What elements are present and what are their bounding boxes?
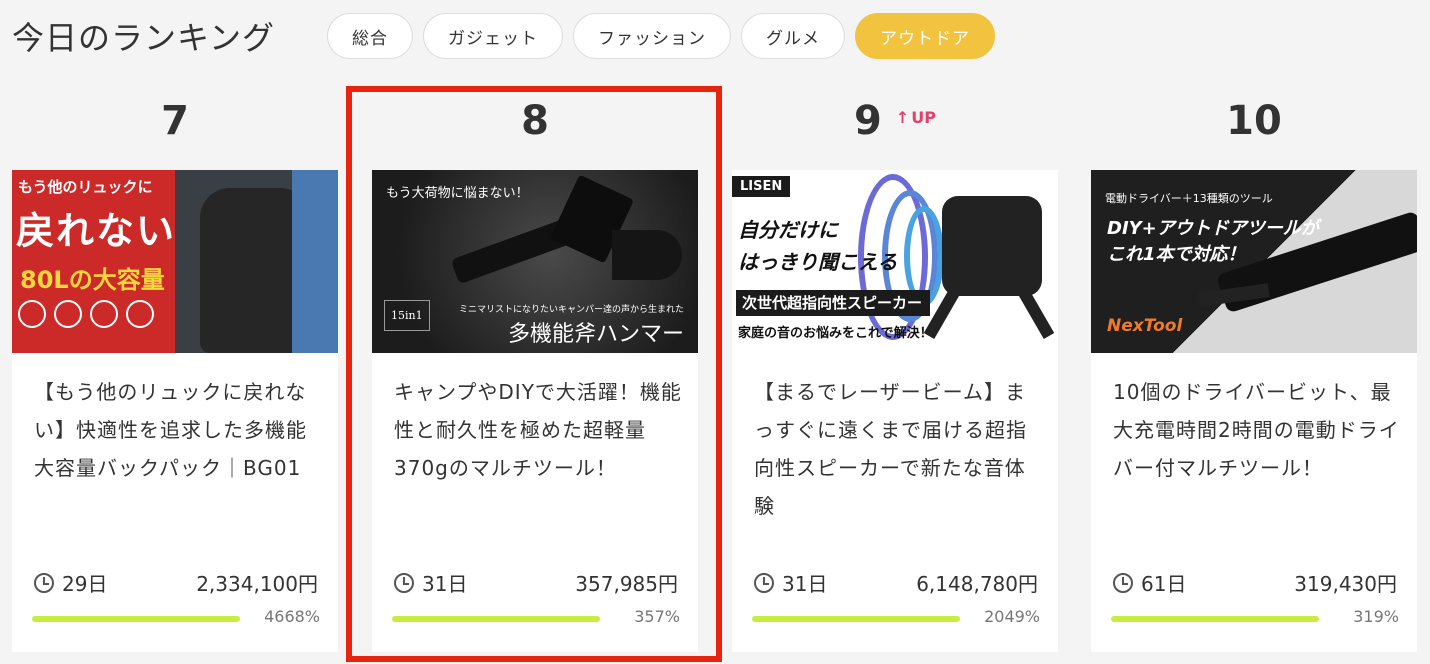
- thumb-text: 80Lの大容量: [20, 266, 165, 294]
- project-thumbnail[interactable]: LISEN 自分だけに はっきり聞こえる 次世代超指向性スピーカー 家庭の音のお…: [732, 170, 1058, 353]
- thumb-text: 家庭の音のお悩みをこれで解決！: [738, 326, 933, 341]
- thumb-headline: DIY+アウトドアツールが これ1本で対応！: [1107, 216, 1319, 268]
- tab-overall[interactable]: 総合: [327, 13, 414, 59]
- progress-bar: [752, 616, 960, 622]
- tab-gourmet[interactable]: グルメ: [741, 13, 846, 59]
- rank-row: 7: [12, 92, 338, 150]
- project-title[interactable]: 【まるでレーザービーム】まっすぐに遠くまで届ける超指向性スピーカーで新たな音体験: [754, 373, 1042, 525]
- project-card[interactable]: LISEN 自分だけに はっきり聞こえる 次世代超指向性スピーカー 家庭の音のお…: [732, 170, 1058, 652]
- speaker-image: [942, 196, 1042, 296]
- page-header: 今日のランキング 総合 ガジェット ファッション グルメ アウトドア: [12, 8, 996, 64]
- project-title[interactable]: 10個のドライバービット、最大充電時間2時間の電動ドライバー付マルチツール！: [1113, 373, 1401, 487]
- rank-number: 10: [1226, 98, 1282, 144]
- project-card[interactable]: もう他のリュックに 戻れない 80Lの大容量 【もう他のリュックに戻れない】快適…: [12, 170, 338, 652]
- feature-icon: [126, 300, 154, 328]
- feature-icon: [90, 300, 118, 328]
- selection-highlight: [346, 86, 722, 662]
- thumb-text: 戻れない: [16, 209, 177, 253]
- clock-icon: [1113, 572, 1133, 593]
- rank-number: 9: [854, 98, 882, 144]
- days-text: 61日: [1141, 572, 1187, 596]
- funding-percent: 4668%: [264, 607, 320, 626]
- project-thumbnail[interactable]: 電動ドライバー＋13種類のツール DIY+アウトドアツールが これ1本で対応！ …: [1091, 170, 1417, 353]
- days-text: 31日: [782, 572, 828, 596]
- thumb-text: DIY+アウトドアツールが: [1107, 218, 1319, 239]
- funding-amount: 2,334,100円: [196, 572, 318, 596]
- ranking-item: 10 電動ドライバー＋13種類のツール DIY+アウトドアツールが これ1本で対…: [1091, 92, 1417, 652]
- progress-bar: [1111, 616, 1319, 622]
- days-text: 29日: [62, 572, 108, 596]
- funding-amount: 319,430円: [1294, 572, 1397, 596]
- thumb-text: はっきり聞こえる: [738, 250, 898, 274]
- thumb-text: 電動ドライバー＋13種類のツール: [1105, 192, 1273, 205]
- project-meta: 29日 2,334,100円: [34, 568, 318, 597]
- tab-fashion[interactable]: ファッション: [573, 13, 732, 59]
- page-title: 今日のランキング: [12, 19, 276, 57]
- rank-row: 10: [1091, 92, 1417, 150]
- project-thumbnail[interactable]: もう他のリュックに 戻れない 80Lの大容量: [12, 170, 338, 353]
- progress-bar: [32, 616, 240, 622]
- brand-label: LISEN: [732, 176, 791, 197]
- thumb-text: 次世代超指向性スピーカー: [736, 290, 930, 316]
- project-meta: 31日 6,148,780円: [754, 568, 1038, 597]
- person-arm-image: [292, 170, 338, 353]
- clock-icon: [34, 572, 54, 593]
- days-remaining: 61日: [1113, 568, 1186, 597]
- ranking-item: 7 もう他のリュックに 戻れない 80Lの大容量 【もう他のリュックに戻れない】…: [12, 92, 338, 652]
- rank-number: 7: [161, 98, 189, 144]
- thumb-text: 自分だけに: [738, 218, 838, 242]
- thumb-text: これ1本で対応！: [1107, 244, 1246, 265]
- rank-row: 9 ↑ UP: [732, 92, 1058, 150]
- funding-percent: 2049%: [984, 607, 1040, 626]
- thumb-text: もう他のリュックに: [18, 178, 153, 196]
- category-tabs: 総合 ガジェット ファッション グルメ アウトドア: [327, 13, 996, 59]
- funding-amount: 6,148,780円: [916, 572, 1038, 596]
- feature-icon: [54, 300, 82, 328]
- rank-up-badge: ↑ UP: [896, 108, 936, 127]
- feature-icons: [18, 300, 154, 328]
- days-remaining: 31日: [754, 568, 827, 597]
- clock-icon: [754, 572, 774, 593]
- feature-icon: [18, 300, 46, 328]
- arrow-up-icon: ↑: [895, 107, 910, 127]
- project-meta: 61日 319,430円: [1113, 568, 1397, 597]
- project-card[interactable]: 電動ドライバー＋13種類のツール DIY+アウトドアツールが これ1本で対応！ …: [1091, 170, 1417, 652]
- thumb-headline: 自分だけに はっきり聞こえる: [738, 214, 897, 278]
- rank-up-text: UP: [911, 107, 936, 127]
- ranking-item: 9 ↑ UP LISEN 自分だけに はっきり聞こえる 次世代超指向性スピーカー…: [732, 92, 1058, 652]
- tab-gadget[interactable]: ガジェット: [423, 13, 564, 59]
- tab-outdoor[interactable]: アウトドア: [855, 13, 996, 59]
- days-remaining: 29日: [34, 568, 107, 597]
- funding-percent: 319%: [1353, 607, 1399, 626]
- brand-logo: NexTool: [1107, 316, 1183, 336]
- project-title[interactable]: 【もう他のリュックに戻れない】快適性を追求した多機能大容量バックパック｜BG01: [34, 373, 322, 487]
